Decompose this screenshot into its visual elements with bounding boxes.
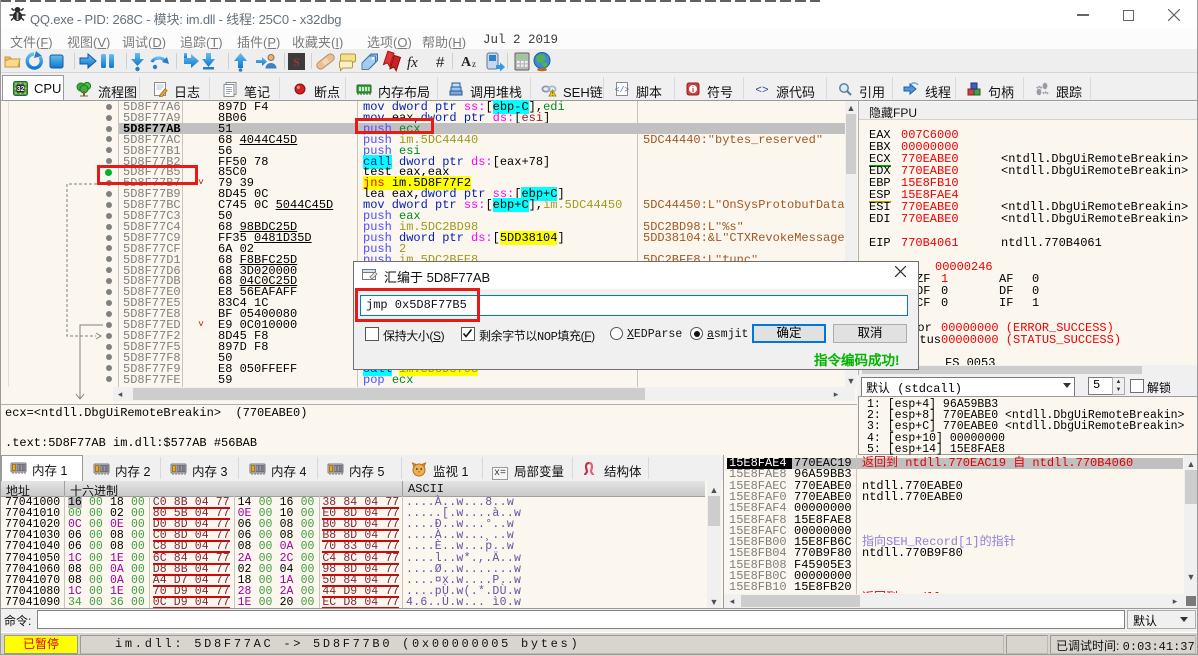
svg-text:!: !: [552, 91, 553, 97]
svg-text:A: A: [461, 55, 472, 70]
svg-text:fx: fx: [407, 55, 418, 71]
svg-text:#: #: [436, 54, 445, 71]
svg-text:<>: <>: [755, 85, 768, 97]
svg-text:32: 32: [17, 86, 25, 93]
svg-text:</>: </>: [615, 86, 630, 95]
svg-text:S: S: [293, 55, 300, 69]
svg-text:z: z: [472, 59, 476, 69]
